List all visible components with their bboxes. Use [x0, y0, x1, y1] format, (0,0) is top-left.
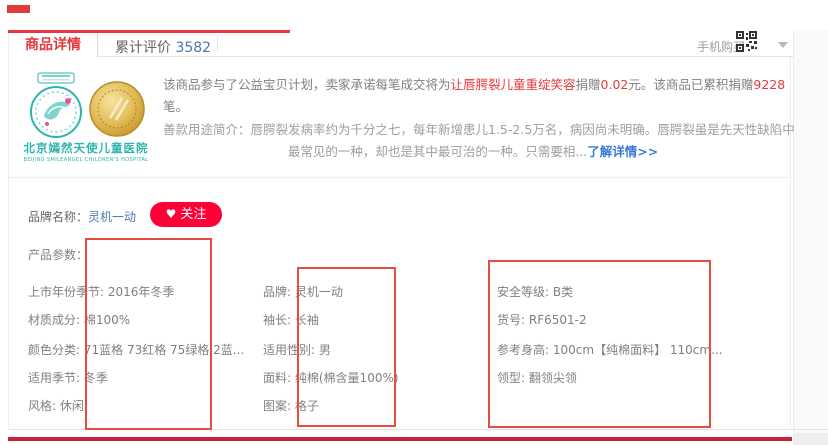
smileangel-hospital-logo	[24, 72, 88, 140]
tab-product-detail[interactable]: 商品详情	[8, 33, 98, 57]
heart-icon: ♥	[166, 207, 177, 221]
learn-more-link[interactable]: 了解详情>>	[587, 144, 658, 159]
tab-reviews[interactable]: 累计评价 3582	[115, 37, 211, 57]
params-title: 产品参数：	[28, 246, 88, 263]
param-label: 图案	[263, 399, 287, 413]
annotation-box-left	[85, 238, 212, 430]
param-colon: :	[76, 313, 84, 327]
param-colon: :	[287, 371, 295, 385]
charity-cause-link[interactable]: 让唇腭裂儿童重绽笑容	[451, 77, 576, 92]
param-colon: :	[76, 343, 84, 357]
param-label: 适用季节	[28, 371, 76, 385]
param-label: 品牌	[263, 285, 287, 299]
container-right-border	[790, 57, 791, 429]
chevron-down-icon[interactable]	[778, 42, 788, 48]
brand-label: 品牌名称：	[28, 210, 88, 224]
param-label: 面料	[263, 371, 287, 385]
param-colon: :	[287, 285, 295, 299]
charity-text: 捐赠	[576, 77, 601, 92]
charity-intro-line2: 最常见的一种，却也是其中最可治的一种。只需要相...了解详情>>	[163, 141, 783, 160]
tabbar-dotted-divider	[217, 37, 218, 52]
donation-amount: 0.02	[601, 77, 629, 92]
charity-text: 元。该商品已累积捐赠	[628, 77, 753, 92]
param-colon: :	[287, 399, 295, 413]
gold-medal-logo	[88, 80, 146, 138]
top-red-fragment	[7, 5, 30, 13]
charity-line2: 笔。	[163, 96, 188, 115]
qr-code-icon[interactable]	[736, 31, 757, 52]
container-left-border	[8, 33, 9, 429]
next-section-top-bar	[8, 437, 792, 441]
follow-button[interactable]: ♥关注	[150, 202, 222, 227]
param-colon: :	[287, 313, 295, 327]
charity-intro-line1: 善款用途简介：唇腭裂发病率约为千分之七，每年新增患儿1.5-2.5万名，病因尚未…	[163, 119, 795, 138]
follow-button-label: 关注	[180, 207, 206, 222]
brand-name-link[interactable]: 灵机一动	[88, 210, 136, 224]
param-label: 颜色分类	[28, 343, 76, 357]
param-label: 材质成分	[28, 313, 76, 327]
annotation-box-middle	[297, 267, 396, 427]
charity-intro-text: 最常见的一种，却也是其中最可治的一种。只需要相...	[288, 144, 587, 159]
param-colon: :	[76, 371, 84, 385]
right-gutter-block	[793, 433, 828, 445]
right-gutter	[793, 30, 828, 445]
param-label: 风格	[28, 399, 52, 413]
param-label: 袖长	[263, 313, 287, 327]
tab-reviews-label: 累计评价	[115, 40, 171, 56]
param-colon: :	[52, 399, 60, 413]
hospital-name-en: BEIJING SMILEANGEL CHILDREN'S HOSPITAL	[10, 157, 162, 163]
reviews-count: 3582	[175, 40, 211, 56]
charity-line1: 该商品参与了公益宝贝计划，卖家承诺每笔成交将为让唇腭裂儿童重绽笑容捐赠0.02元…	[163, 74, 785, 93]
charity-text: 该商品参与了公益宝贝计划，卖家承诺每笔成交将为	[163, 77, 451, 92]
hospital-name-cn: 北京嫣然天使儿童医院	[10, 140, 162, 156]
annotation-box-right	[488, 260, 711, 428]
charity-section-divider	[9, 177, 790, 178]
param-row: 风格: 休闲	[28, 397, 84, 414]
brand-row: 品牌名称：灵机一动	[28, 208, 136, 225]
param-value: 休闲	[60, 399, 84, 413]
product-detail-page: 商品详情 累计评价 3582 手机购买	[0, 0, 828, 445]
donation-count: 9228	[753, 77, 785, 92]
